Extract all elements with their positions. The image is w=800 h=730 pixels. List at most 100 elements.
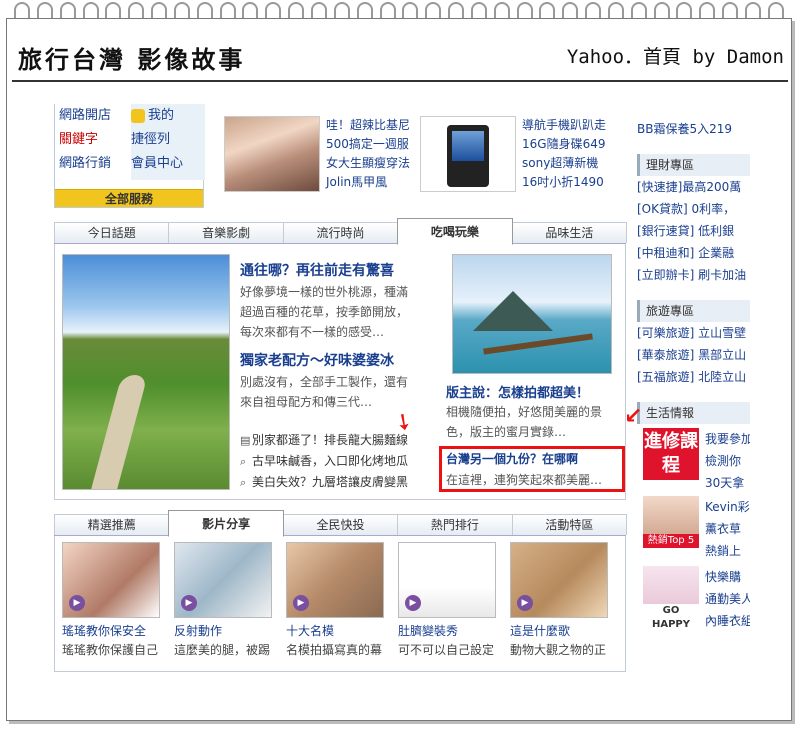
search-icon: ⌕ [240, 476, 247, 489]
story-image-resort[interactable] [452, 254, 612, 374]
tab-featured[interactable]: 精選推薦 [54, 514, 170, 535]
video-thumbnail[interactable]: ▶ [510, 542, 608, 618]
travel-header: 旅遊專區 [637, 300, 750, 322]
play-icon: ▶ [69, 595, 85, 611]
story-title[interactable]: 台灣另一個九份？在哪啊 [446, 450, 578, 467]
ad-link[interactable]: Jolin馬甲風 [326, 173, 426, 192]
story-text: 超過百種的花草，按季節開放， [240, 305, 409, 319]
video-item[interactable]: ▶ 這是什麼歌 動物大觀之物的正 [510, 542, 608, 659]
smiley-icon [131, 108, 145, 123]
right-column: BB霜保養5入219 理財專區 [快速捷]最高200萬 [OK貸款] 0利率， … [637, 104, 750, 636]
video-desc: 動物大觀之物的正 [510, 643, 607, 657]
tab-video-share[interactable]: 影片分享 [168, 510, 284, 537]
tab-lifestyle[interactable]: 品味生活 [511, 222, 628, 243]
life-link[interactable]: 通勤美人 [705, 588, 750, 610]
tab-today[interactable]: 今日話題 [54, 222, 170, 243]
finance-item[interactable]: [立即辦卡] 刷卡加油 [637, 264, 750, 286]
life-link[interactable]: 30天拿 [705, 472, 750, 494]
life-link[interactable]: 我要參加 [705, 428, 750, 450]
video-desc: 瑤瑤教你保護自己 [62, 643, 159, 657]
finance-item[interactable]: [OK貸款] 0利率， [637, 198, 750, 220]
travel-item[interactable]: [可樂旅遊] 立山雪壁 [637, 322, 750, 344]
story-bullets: ▤ 別家都遜了！排長龍大腸麵線 ⌕ 古早味鹹香，入口即化烤地瓜 ⌕ 美白失效？九層塔讓… [240, 430, 436, 493]
life-link[interactable]: 熱銷上 [705, 540, 750, 562]
life-link[interactable]: 檢測你 [705, 450, 750, 472]
yahoo-screenshot: 網路開店 關鍵字 網路行銷 我的 捷徑列 會員中心 全部服務 哇！超辣比基尼 5… [54, 104, 750, 672]
finance-item[interactable]: [快速捷]最高200萬 [637, 176, 750, 198]
list-item[interactable]: ⌕ 美白失效？九層塔讓皮膚變黑 [240, 472, 436, 493]
tab-music[interactable]: 音樂影劇 [168, 222, 284, 243]
all-services-button[interactable]: 全部服務 [55, 189, 203, 207]
ad-image[interactable] [420, 116, 516, 192]
promo-gohappy-image[interactable]: GO HAPPY [643, 566, 699, 630]
tab-events[interactable]: 活動特區 [511, 514, 628, 535]
story-image-park[interactable] [62, 254, 230, 490]
promo-kevin-image[interactable]: 熱銷Top 5 [643, 496, 699, 548]
ad-link[interactable]: 16吋小折1490 [522, 173, 622, 192]
story-text: 在這裡，連狗笑起來都美麗… [446, 473, 603, 487]
promo-badge: GO HAPPY [643, 604, 699, 630]
service-link[interactable]: 我的 [148, 108, 174, 123]
story-title[interactable]: 通往哪？再往前走有驚喜 [240, 260, 394, 280]
service-link[interactable]: 捷徑列 [131, 128, 205, 152]
video-item[interactable]: ▶ 瑤瑤教你保安全 瑤瑤教你保護自己 [62, 542, 160, 659]
story-title[interactable]: 獨家老配方～好味婆婆冰 [240, 350, 394, 370]
tab-ranking[interactable]: 熱門排行 [397, 514, 513, 535]
life-link[interactable]: 薰衣草 [705, 518, 750, 540]
tab-vote[interactable]: 全民快投 [282, 514, 399, 535]
service-link[interactable]: 網路開店 [59, 104, 125, 128]
play-icon: ▶ [293, 595, 309, 611]
video-desc: 名模拍攝寫真的幕 [286, 643, 383, 657]
video-item[interactable]: ▶ 肚臍變裝秀 可不可以自己設定 [398, 542, 496, 659]
topic-tabs: 今日話題 音樂影劇 流行時尚 吃喝玩樂 品味生活 [54, 218, 628, 245]
video-thumbnail[interactable]: ▶ [286, 542, 384, 618]
video-thumbnail[interactable]: ▶ [174, 542, 272, 618]
life-link[interactable]: 快樂購 [705, 566, 750, 588]
ad-link[interactable]: 500搞定一週服 [326, 135, 426, 154]
video-title[interactable]: 這是什麼歌 [510, 621, 608, 641]
ad-image[interactable] [224, 116, 320, 192]
ad-link[interactable]: 女大生顯瘦穿法 [326, 154, 426, 173]
finance-item[interactable]: [銀行速貸] 低利銀 [637, 220, 750, 242]
ad-link[interactable]: 16G隨身碟649 [522, 135, 622, 154]
video-title[interactable]: 瑤瑤教你保安全 [62, 621, 160, 641]
play-icon: ▶ [181, 595, 197, 611]
video-item[interactable]: ▶ 十大名模 名模拍攝寫真的幕 [286, 542, 384, 659]
ad-link[interactable]: sony超薄新機 [522, 154, 622, 173]
video-thumbnail[interactable]: ▶ [398, 542, 496, 618]
video-desc: 可不可以自己設定 [398, 643, 495, 657]
promo-badge: 熱銷Top 5 [643, 534, 699, 548]
service-link[interactable]: 會員中心 [131, 152, 205, 176]
ad-link[interactable]: 哇！超辣比基尼 [326, 116, 426, 135]
travel-item[interactable]: [華泰旅遊] 黑部立山 [637, 344, 750, 366]
promo-course[interactable]: 進修課程 [643, 428, 699, 480]
story-text: 色，版主的蜜月實錄… [446, 425, 567, 439]
video-title[interactable]: 反射動作 [174, 621, 272, 641]
finance-item[interactable]: [中租迪和] 企業融 [637, 242, 750, 264]
red-arrow-icon: ↙ [624, 404, 643, 429]
life-link[interactable]: Kevin彩 [705, 496, 750, 518]
video-thumbnail[interactable]: ▶ [62, 542, 160, 618]
travel-item[interactable]: [五福旅遊] 北陸立山 [637, 366, 750, 388]
video-title[interactable]: 十大名模 [286, 621, 384, 641]
video-item[interactable]: ▶ 反射動作 這麼美的腿，被踢 [174, 542, 272, 659]
header-divider [12, 80, 788, 82]
life-header: 生活情報 [637, 402, 750, 424]
life-link[interactable]: 內睡衣組 [705, 610, 750, 632]
ad-link[interactable]: 導航手機趴趴走 [522, 116, 622, 135]
story-title[interactable]: 版主說：怎樣拍都超美！ [446, 382, 589, 401]
story-text: 好像夢境一樣的世外桃源，種滿 [240, 285, 409, 299]
tab-fashion[interactable]: 流行時尚 [282, 222, 399, 243]
right-link[interactable]: BB霜保養5入219 [637, 118, 750, 140]
finance-header: 理財專區 [637, 154, 750, 176]
video-title[interactable]: 肚臍變裝秀 [398, 621, 496, 641]
play-icon: ▶ [517, 595, 533, 611]
tab-food-fun[interactable]: 吃喝玩樂 [397, 218, 513, 245]
page-title: 旅行台灣 影像故事 [18, 45, 246, 74]
service-link[interactable]: 關鍵字 [59, 128, 125, 152]
service-link[interactable]: 網路行銷 [59, 152, 125, 176]
services-box: 網路開店 關鍵字 網路行銷 我的 捷徑列 會員中心 全部服務 [54, 104, 205, 208]
story-text: 每次來都有不一樣的感受… [240, 325, 385, 339]
list-item[interactable]: ⌕ 古早味鹹香，入口即化烤地瓜 [240, 451, 436, 472]
video-desc: 這麼美的腿，被踢 [174, 643, 271, 657]
